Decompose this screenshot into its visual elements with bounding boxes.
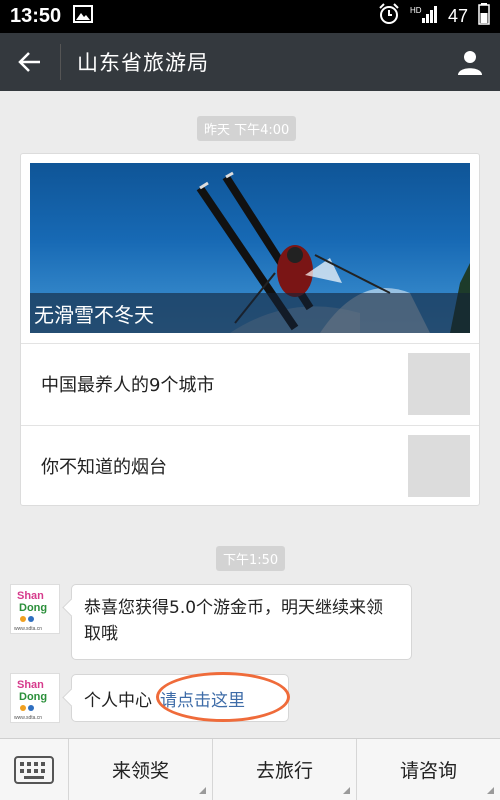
submenu-indicator-icon	[199, 787, 206, 794]
status-bar: 13:50 HD 47	[0, 0, 500, 33]
timestamp-yesterday: 昨天 下午4:00	[197, 116, 297, 141]
logo-text-dong: Dong	[19, 691, 47, 703]
page-title: 山东省旅游局	[77, 51, 209, 75]
article-item[interactable]: 你不知道的烟台	[21, 425, 479, 507]
article-card[interactable]: 无滑雪不冬天 中国最养人的9个城市 你不知道的烟台	[20, 153, 480, 506]
message-text: 恭喜您获得5.0个游金币，明天继续来领取哦	[84, 598, 384, 644]
menu-zixun[interactable]: 请咨询	[357, 739, 500, 800]
shandong-logo: Shan Dong www.sdta.cn	[14, 590, 47, 632]
highlight-annotation	[156, 672, 290, 722]
user-profile-icon	[458, 51, 482, 75]
svg-text:HD: HD	[410, 6, 422, 15]
menu-label: 来领奖	[111, 760, 169, 782]
hero-article[interactable]: 无滑雪不冬天	[30, 163, 470, 333]
shandong-logo: Shan Dong www.sdta.cn	[14, 679, 47, 721]
profile-button[interactable]	[440, 33, 500, 91]
logo-text-shan: Shan	[17, 590, 44, 602]
timestamp-today: 下午1:50	[216, 546, 286, 571]
message-text: 个人中心	[84, 690, 152, 711]
article-thumbnail	[408, 435, 470, 497]
article-title: 你不知道的烟台	[41, 457, 167, 478]
submenu-indicator-icon	[487, 787, 494, 794]
battery-level: 47	[447, 6, 468, 26]
menu-lingjiang[interactable]: 来领奖	[69, 739, 213, 800]
article-title: 中国最养人的9个城市	[41, 375, 215, 396]
battery-icon	[478, 3, 490, 30]
submenu-indicator-icon	[343, 787, 350, 794]
alarm-icon	[378, 3, 400, 30]
avatar[interactable]: Shan Dong www.sdta.cn	[10, 673, 60, 723]
menu-lvxing[interactable]: 去旅行	[213, 739, 357, 800]
back-arrow-icon	[18, 52, 40, 72]
message-bubble: 恭喜您获得5.0个游金币，明天继续来领取哦	[71, 584, 412, 660]
back-button[interactable]	[0, 33, 60, 91]
logo-text-dong: Dong	[19, 602, 47, 614]
chat-header: 山东省旅游局	[0, 33, 500, 91]
logo-caption: www.sdta.cn	[14, 715, 42, 721]
bottom-menu: 来领奖 去旅行 请咨询	[0, 738, 500, 800]
article-item[interactable]: 中国最养人的9个城市	[21, 343, 479, 425]
header-divider	[60, 44, 61, 80]
avatar[interactable]: Shan Dong www.sdta.cn	[10, 584, 60, 634]
image-icon	[73, 5, 94, 28]
menu-label: 请咨询	[399, 760, 457, 782]
keyboard-icon	[14, 755, 54, 784]
menu-label: 去旅行	[255, 760, 313, 782]
logo-caption: www.sdta.cn	[14, 626, 42, 632]
status-time: 13:50	[10, 5, 62, 27]
logo-text-shan: Shan	[17, 679, 44, 691]
keyboard-toggle-button[interactable]	[0, 739, 69, 800]
hero-title: 无滑雪不冬天	[30, 293, 470, 333]
article-thumbnail	[408, 353, 470, 415]
hd-signal-icon: HD	[410, 4, 438, 29]
